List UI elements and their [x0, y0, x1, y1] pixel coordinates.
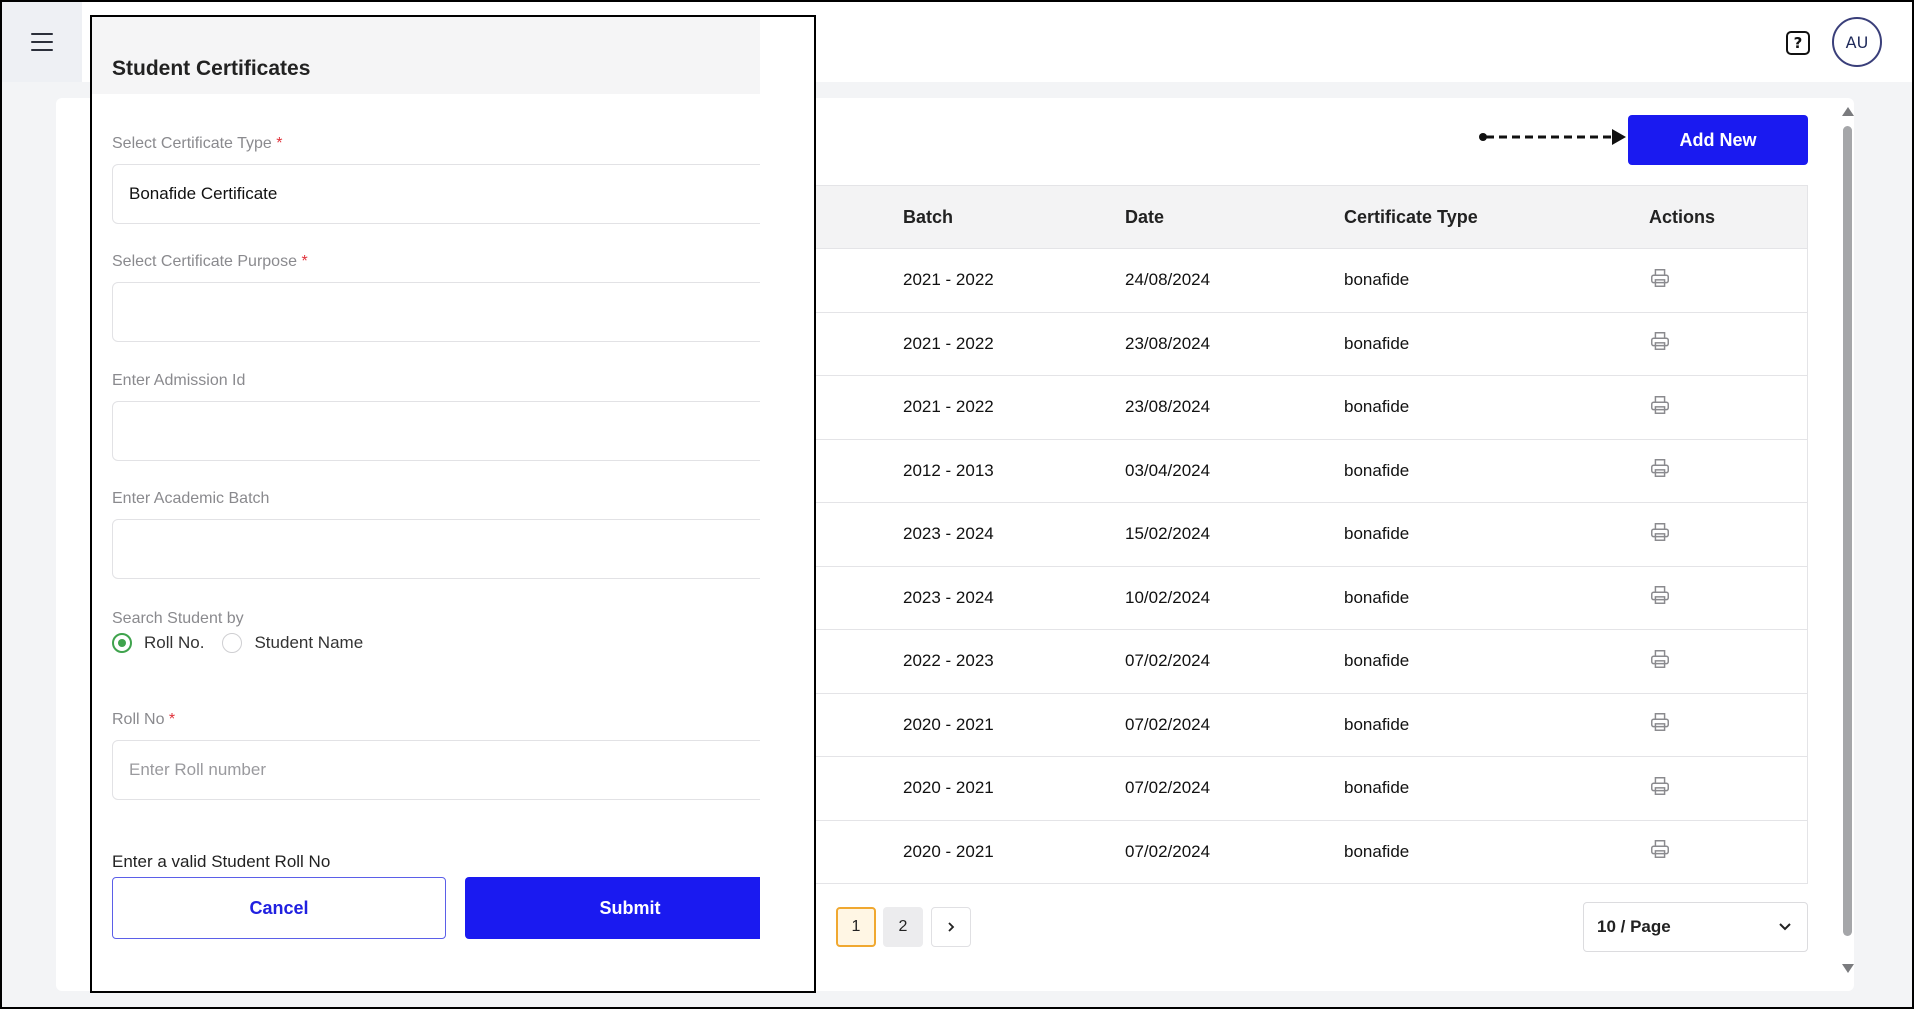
cell-certificate-type: bonafide: [1344, 524, 1410, 544]
avatar[interactable]: AU: [1832, 17, 1882, 67]
radio-roll-no[interactable]: [112, 633, 132, 653]
roll-no-input[interactable]: Enter Roll number: [112, 740, 760, 800]
cell-certificate-type: bonafide: [1344, 460, 1410, 480]
print-icon[interactable]: [1649, 711, 1671, 738]
cell-certificate-type: bonafide: [1344, 651, 1410, 671]
radio-student-name-label[interactable]: Student Name: [254, 633, 363, 653]
cell-certificate-type: bonafide: [1344, 333, 1410, 353]
hamburger-menu-button[interactable]: [2, 2, 82, 82]
academic-batch-label: Enter Academic Batch: [112, 490, 270, 507]
drawer-header: Student Certificates: [92, 17, 760, 94]
print-icon[interactable]: [1649, 521, 1671, 548]
table-row: 2023 - 2024 15/02/2024 bonafide: [757, 503, 1808, 567]
cell-certificate-type: bonafide: [1344, 841, 1410, 861]
table-row: 2021 - 2022 24/08/2024 bonafide: [757, 249, 1808, 313]
table-row: 2020 - 2021 07/02/2024 bonafide: [757, 757, 1808, 821]
cell-date: 07/02/2024: [1125, 841, 1211, 861]
print-icon[interactable]: [1649, 267, 1671, 294]
cell-date: 03/04/2024: [1125, 460, 1211, 480]
table-header: Batch Date Certificate Type Actions: [757, 185, 1808, 249]
roll-no-error-text: Enter a valid Student Roll No: [112, 852, 331, 871]
certificate-purpose-label: Select Certificate Purpose *: [112, 253, 308, 270]
cell-certificate-type: bonafide: [1344, 270, 1410, 290]
table-row: 2021 - 2022 23/08/2024 bonafide: [757, 376, 1808, 440]
table-row: 2022 - 2023 07/02/2024 bonafide: [757, 630, 1808, 694]
search-by-label: Search Student by: [112, 610, 244, 627]
cell-date: 07/02/2024: [1125, 778, 1211, 798]
print-icon[interactable]: [1649, 394, 1671, 421]
print-icon[interactable]: [1649, 648, 1671, 675]
scroll-down-arrow-icon[interactable]: [1842, 964, 1854, 973]
cell-date: 07/02/2024: [1125, 651, 1211, 671]
column-header-actions: Actions: [1649, 206, 1716, 227]
certificate-purpose-select[interactable]: [112, 282, 760, 342]
cell-batch: 2022 - 2023: [903, 651, 994, 671]
certificate-type-select[interactable]: Bonafide Certificate: [112, 164, 760, 224]
page-size-value: 10 / Page: [1597, 917, 1671, 936]
cell-certificate-type: bonafide: [1344, 714, 1410, 734]
arrow-right-icon: [1479, 129, 1626, 145]
cell-certificate-type: bonafide: [1344, 778, 1410, 798]
add-new-button[interactable]: Add New: [1628, 115, 1808, 165]
admission-id-label: Enter Admission Id: [112, 372, 246, 389]
cell-certificate-type: bonafide: [1344, 397, 1410, 417]
cell-batch: 2021 - 2022: [903, 270, 994, 290]
table-row: 2021 - 2022 23/08/2024 bonafide: [757, 312, 1808, 376]
cancel-button[interactable]: Cancel: [112, 877, 446, 939]
page-1-button[interactable]: 1: [836, 907, 876, 947]
cell-date: 23/08/2024: [1125, 333, 1211, 353]
certificate-type-label: Select Certificate Type *: [112, 135, 283, 152]
table-row: 2020 - 2021 07/02/2024 bonafide: [757, 693, 1808, 757]
roll-no-label: Roll No *: [112, 711, 176, 728]
radio-student-name[interactable]: [222, 633, 243, 653]
cell-batch: 2021 - 2022: [903, 333, 994, 353]
scroll-up-arrow-icon[interactable]: [1842, 107, 1854, 116]
cell-date: 10/02/2024: [1125, 587, 1211, 607]
admission-id-field[interactable]: [112, 401, 760, 461]
cell-date: 15/02/2024: [1125, 524, 1211, 544]
print-icon[interactable]: [1649, 330, 1671, 357]
cell-date: 23/08/2024: [1125, 397, 1211, 417]
cell-batch: 2020 - 2021: [903, 714, 994, 734]
submit-button[interactable]: Submit: [465, 877, 760, 939]
table-row: 2012 - 2013 03/04/2024 bonafide: [757, 439, 1808, 503]
cell-batch: 2021 - 2022: [903, 397, 994, 417]
student-certificates-drawer: Student Certificates Select Certificate …: [90, 15, 816, 993]
table-row: 2020 - 2021 07/02/2024 bonafide: [757, 820, 1808, 884]
hamburger-icon: [31, 33, 53, 51]
cell-batch: 2023 - 2024: [903, 524, 994, 544]
page-size-select[interactable]: 10 / Page: [1583, 902, 1808, 952]
print-icon[interactable]: [1649, 457, 1671, 484]
print-icon[interactable]: [1649, 838, 1671, 865]
print-icon[interactable]: [1649, 584, 1671, 611]
cell-batch: 2023 - 2024: [903, 587, 994, 607]
cell-date: 24/08/2024: [1125, 270, 1211, 290]
cell-date: 07/02/2024: [1125, 714, 1211, 734]
chevron-right-icon: [948, 922, 955, 932]
print-icon[interactable]: [1649, 775, 1671, 802]
chevron-down-icon: [1779, 923, 1791, 931]
page-2-button[interactable]: 2: [883, 907, 923, 947]
help-icon[interactable]: ?: [1786, 31, 1810, 55]
cell-batch: 2020 - 2021: [903, 841, 994, 861]
column-header-batch[interactable]: Batch: [903, 207, 953, 228]
next-page-button[interactable]: [931, 907, 971, 947]
academic-batch-field[interactable]: [112, 519, 760, 579]
scrollbar-thumb[interactable]: [1843, 126, 1852, 936]
cell-batch: 2020 - 2021: [903, 778, 994, 798]
cell-batch: 2012 - 2013: [903, 460, 994, 480]
column-header-date[interactable]: Date: [1125, 207, 1164, 228]
cell-certificate-type: bonafide: [1344, 587, 1410, 607]
drawer-content: Student Certificates Select Certificate …: [92, 17, 760, 991]
search-by-radio-group: Roll No. Student Name: [112, 633, 363, 653]
certificates-table: Batch Date Certificate Type Actions 2021…: [757, 185, 1808, 884]
drawer-title: Student Certificates: [112, 57, 311, 80]
radio-roll-no-label[interactable]: Roll No.: [144, 633, 204, 653]
table-row: 2023 - 2024 10/02/2024 bonafide: [757, 566, 1808, 630]
column-header-certificate-type[interactable]: Certificate Type: [1344, 207, 1478, 228]
